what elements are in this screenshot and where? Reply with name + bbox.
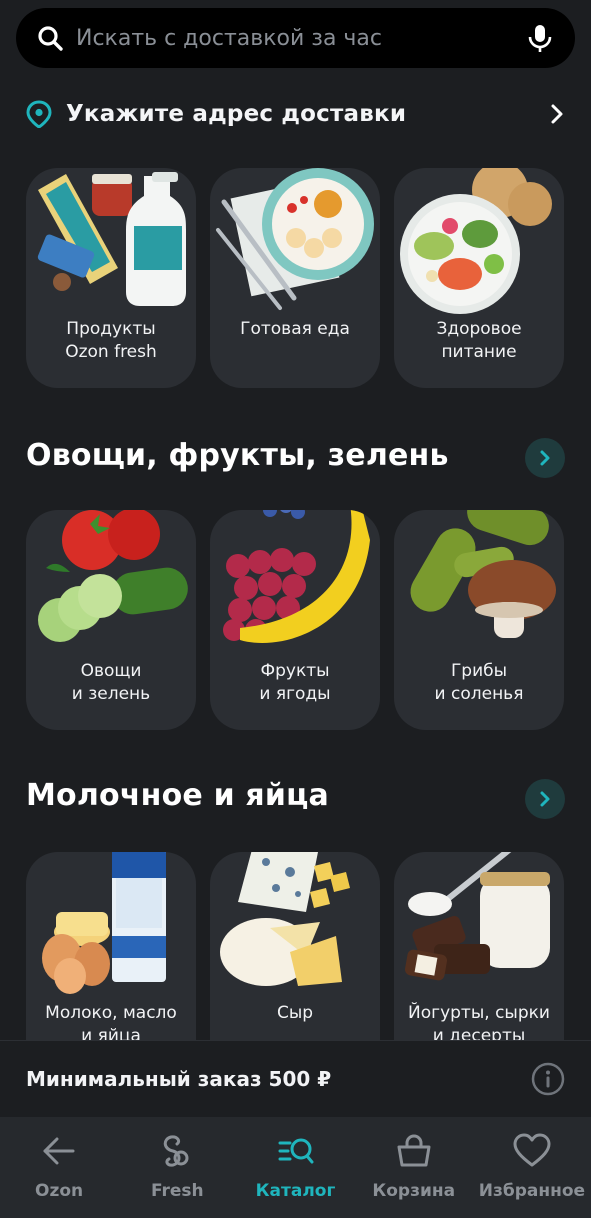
fresh-icon [164, 1135, 189, 1167]
ready-food-image [216, 168, 374, 310]
section-title-vegetables: Овощи, фрукты, зелень [26, 438, 449, 473]
category-tile-yogurts[interactable]: Йогурты, сырки и десерты [394, 852, 564, 1072]
category-tile-cheese[interactable]: Сыр [210, 852, 380, 1072]
category-label: Овощи и зелень [71, 661, 151, 704]
tab-label: Ozon [35, 1181, 84, 1201]
section-more-button[interactable] [525, 779, 565, 819]
mushrooms-pickles-image [410, 510, 556, 638]
tab-catalog[interactable]: Каталог [236, 1117, 354, 1218]
category-tile-ready-food[interactable]: Готовая еда [210, 168, 380, 388]
basket-icon [397, 1134, 431, 1167]
tab-label: Корзина [372, 1181, 456, 1201]
cheese-image [220, 852, 350, 986]
ozon-fresh-products-image [37, 172, 186, 306]
catalog-search-icon [278, 1138, 313, 1164]
fruits-image [223, 510, 370, 643]
vegetables-image [38, 510, 188, 642]
heart-icon [513, 1133, 551, 1167]
tab-basket[interactable]: Корзина [355, 1117, 473, 1218]
category-tile-milk-butter-eggs[interactable]: Молоко, масло и яйца [26, 852, 196, 1072]
category-label: Продукты Ozon fresh [65, 319, 157, 362]
info-icon[interactable] [531, 1062, 565, 1096]
category-label: Грибы и соленья [434, 661, 524, 704]
category-tile-mushrooms[interactable]: Грибы и соленья [394, 510, 564, 730]
search-input[interactable] [74, 24, 525, 52]
tab-fresh[interactable]: Fresh [118, 1117, 236, 1218]
category-label: Фрукты и ягоды [259, 661, 331, 704]
milk-butter-eggs-image [42, 852, 166, 994]
bottom-tab-bar: Ozon Fresh Каталог Корзина Избранное [0, 1117, 591, 1218]
tab-label: Fresh [150, 1181, 204, 1201]
delivery-address-label: Укажите адрес доставки [66, 101, 407, 127]
chevron-right-icon [551, 104, 563, 124]
tab-label: Избранное [478, 1181, 586, 1201]
category-tile-vegetables[interactable]: Овощи и зелень [26, 510, 196, 730]
category-tile-healthy-food[interactable]: Здоровое питание [394, 168, 564, 388]
tab-favorites[interactable]: Избранное [473, 1117, 591, 1218]
min-order-banner: Минимальный заказ 500 ₽ [0, 1040, 591, 1116]
delivery-address-row[interactable]: Укажите адрес доставки [26, 94, 566, 134]
section-more-button[interactable] [525, 438, 565, 478]
category-label: Здоровое питание [436, 319, 522, 362]
category-tile-ozon-fresh[interactable]: Продукты Ozon fresh [26, 168, 196, 388]
tab-ozon[interactable]: Ozon [0, 1117, 118, 1218]
arrow-left-icon [43, 1137, 75, 1165]
microphone-icon[interactable] [525, 23, 555, 53]
search-bar[interactable] [16, 8, 575, 68]
location-pin-icon [26, 100, 52, 128]
category-label: Сыр [276, 1003, 314, 1023]
category-label: Готовая еда [240, 319, 350, 339]
chevron-right-icon [540, 791, 550, 807]
yogurts-desserts-image [404, 852, 550, 981]
section-title-dairy: Молочное и яйца [26, 778, 329, 813]
healthy-food-image [400, 168, 552, 314]
search-icon [38, 26, 63, 51]
chevron-right-icon [540, 450, 550, 466]
tab-label: Каталог [255, 1181, 336, 1201]
category-tile-fruits[interactable]: Фрукты и ягоды [210, 510, 380, 730]
min-order-label: Минимальный заказ 500 ₽ [26, 1066, 332, 1091]
